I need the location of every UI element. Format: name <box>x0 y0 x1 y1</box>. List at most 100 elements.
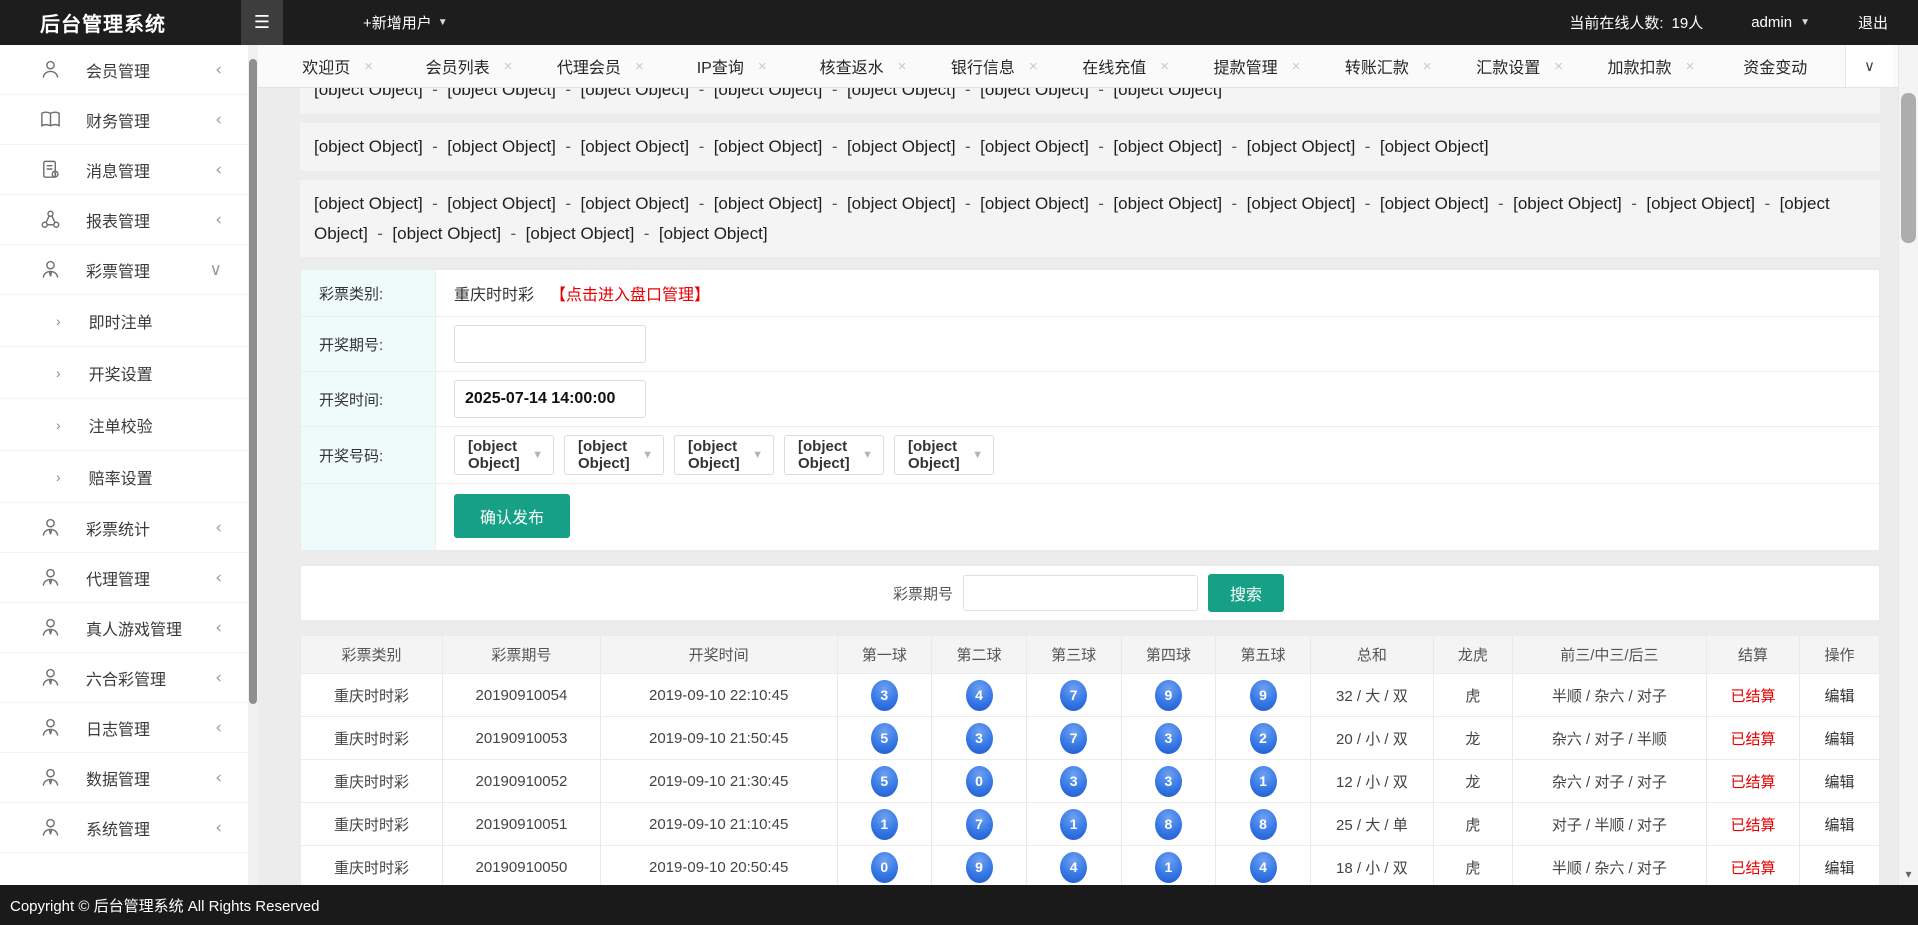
lottery-link[interactable]: [object Object] <box>314 194 447 213</box>
lottery-link[interactable]: [object Object] <box>847 137 980 156</box>
main-scrollbar[interactable]: ▾ <box>1898 45 1918 885</box>
tab-item[interactable]: 提款管理 × <box>1191 54 1322 78</box>
lottery-link[interactable]: [object Object] <box>580 194 713 213</box>
edit-link[interactable]: 编辑 <box>1824 771 1854 792</box>
user-icon <box>38 58 62 82</box>
close-icon[interactable]: × <box>1029 58 1038 75</box>
sidebar-item-reports[interactable]: 报表管理 ‹ <box>0 195 248 245</box>
quick-links-row-1: [object Object][object Object][object Ob… <box>300 123 1880 171</box>
sidebar-subitem-live-bets[interactable]: › 即时注单 <box>0 295 248 347</box>
new-user-button[interactable]: +新增用户 ▼ <box>363 12 448 33</box>
sidebar-toggle-button[interactable]: ☰ <box>241 0 283 45</box>
tab-item[interactable]: 转账汇款 × <box>1323 54 1454 78</box>
ball-select[interactable]: [object Object] ▼ <box>454 435 554 475</box>
sidebar-item-live-games[interactable]: 真人游戏管理 ‹ <box>0 603 248 653</box>
lottery-link[interactable]: [object Object] <box>714 88 847 99</box>
panel-manage-link[interactable]: 【点击进入盘口管理】 <box>550 281 710 305</box>
close-icon[interactable]: × <box>1423 58 1432 75</box>
tab-list-dropdown-button[interactable]: ∨ <box>1845 45 1893 88</box>
lottery-link[interactable]: [object Object] <box>1646 194 1779 213</box>
cell-category: 重庆时时彩 <box>301 717 443 759</box>
tab-item[interactable]: IP查询 × <box>666 54 797 78</box>
edit-link[interactable]: 编辑 <box>1824 685 1854 706</box>
lottery-link[interactable]: [object Object] <box>580 137 713 156</box>
main-scrollbar-thumb[interactable] <box>1901 93 1916 243</box>
sidebar-scrollbar[interactable] <box>248 45 258 885</box>
scroll-down-arrow[interactable]: ▾ <box>1899 867 1918 881</box>
lottery-link[interactable]: [object Object] <box>392 224 525 243</box>
tab-item[interactable]: 在线充值 × <box>1060 54 1191 78</box>
tab-item[interactable]: 加款扣款 × <box>1585 54 1716 78</box>
close-icon[interactable]: × <box>1686 58 1695 75</box>
lottery-link[interactable]: [object Object] <box>1380 137 1489 156</box>
lottery-link[interactable]: [object Object] <box>980 137 1113 156</box>
period-search-input[interactable] <box>963 575 1198 611</box>
close-icon[interactable]: × <box>635 58 644 75</box>
edit-link[interactable]: 编辑 <box>1824 814 1854 835</box>
lottery-link[interactable]: [object Object] <box>847 194 980 213</box>
draw-time-input[interactable] <box>454 380 646 418</box>
lottery-link[interactable]: [object Object] <box>1113 88 1222 99</box>
lottery-link[interactable]: [object Object] <box>580 88 713 99</box>
sidebar-item-finance[interactable]: 财务管理 ‹ <box>0 95 248 145</box>
lottery-link[interactable]: [object Object] <box>447 88 580 99</box>
period-input[interactable] <box>454 325 646 363</box>
tab-item[interactable]: 代理会员 × <box>535 54 666 78</box>
ball-select[interactable]: [object Object] ▼ <box>674 435 774 475</box>
lottery-link[interactable]: [object Object] <box>314 88 447 99</box>
edit-link[interactable]: 编辑 <box>1824 857 1854 878</box>
tab-item[interactable]: 欢迎页 × <box>272 54 403 78</box>
lottery-link[interactable]: [object Object] <box>1113 194 1246 213</box>
sidebar-item-mark-six[interactable]: 六合彩管理 ‹ <box>0 653 248 703</box>
ball-select[interactable]: [object Object] ▼ <box>784 435 884 475</box>
lottery-link[interactable]: [object Object] <box>1513 194 1646 213</box>
lottery-link[interactable]: [object Object] <box>980 88 1113 99</box>
lottery-link[interactable]: [object Object] <box>447 137 580 156</box>
lottery-link[interactable]: [object Object] <box>714 194 847 213</box>
sidebar-subitem-bet-check[interactable]: › 注单校验 <box>0 399 248 451</box>
tab-item[interactable]: 银行信息 × <box>929 54 1060 78</box>
ball-select[interactable]: [object Object] ▼ <box>894 435 994 475</box>
sidebar-item-members[interactable]: 会员管理 ‹ <box>0 45 248 95</box>
lottery-link[interactable]: [object Object] <box>1113 137 1246 156</box>
lottery-link[interactable]: [object Object] <box>659 224 768 243</box>
publish-button[interactable]: 确认发布 <box>454 494 570 538</box>
close-icon[interactable]: × <box>1292 58 1301 75</box>
ball-select[interactable]: [object Object] ▼ <box>564 435 664 475</box>
sidebar-item-data[interactable]: 数据管理 ‹ <box>0 753 248 803</box>
sidebar-item-lottery-stats[interactable]: 彩票统计 ‹ <box>0 503 248 553</box>
admin-menu[interactable]: admin ▼ <box>1751 14 1810 31</box>
edit-link[interactable]: 编辑 <box>1824 728 1854 749</box>
sidebar-scrollbar-thumb[interactable] <box>249 59 257 704</box>
sidebar-subitem-odds-settings[interactable]: › 赔率设置 <box>0 451 248 503</box>
lottery-link[interactable]: [object Object] <box>314 137 447 156</box>
sidebar-subitem-draw-settings[interactable]: › 开奖设置 <box>0 347 248 399</box>
logout-button[interactable]: 退出 <box>1858 12 1888 33</box>
close-icon[interactable]: × <box>504 58 513 75</box>
sidebar-item-lottery[interactable]: 彩票管理 ∨ <box>0 245 248 295</box>
close-icon[interactable]: × <box>364 58 373 75</box>
tab-item[interactable]: 会员列表 × <box>403 54 534 78</box>
ball-1: 3 <box>871 680 898 711</box>
lottery-link[interactable]: [object Object] <box>1247 194 1380 213</box>
book-icon <box>38 108 62 132</box>
search-button[interactable]: 搜索 <box>1208 574 1284 612</box>
tab-item[interactable]: 核查返水 × <box>797 54 928 78</box>
lottery-link[interactable]: [object Object] <box>847 88 980 99</box>
tab-item[interactable]: 汇款设置 × <box>1454 54 1585 78</box>
lottery-link[interactable]: [object Object] <box>526 224 659 243</box>
close-icon[interactable]: × <box>758 58 767 75</box>
sidebar-item-agents[interactable]: 代理管理 ‹ <box>0 553 248 603</box>
close-icon[interactable]: × <box>898 58 907 75</box>
lottery-link[interactable]: [object Object] <box>714 137 847 156</box>
sidebar-item-messages[interactable]: 消息管理 ‹ <box>0 145 248 195</box>
lottery-link[interactable]: [object Object] <box>1380 194 1513 213</box>
lottery-link[interactable]: [object Object] <box>980 194 1113 213</box>
sidebar-item-system[interactable]: 系统管理 ‹ <box>0 803 248 853</box>
lottery-link[interactable]: [object Object] <box>447 194 580 213</box>
sidebar-item-logs[interactable]: 日志管理 ‹ <box>0 703 248 753</box>
tab-item[interactable]: 资金变动 <box>1717 54 1848 78</box>
lottery-link[interactable]: [object Object] <box>1247 137 1380 156</box>
close-icon[interactable]: × <box>1160 58 1169 75</box>
close-icon[interactable]: × <box>1554 58 1563 75</box>
